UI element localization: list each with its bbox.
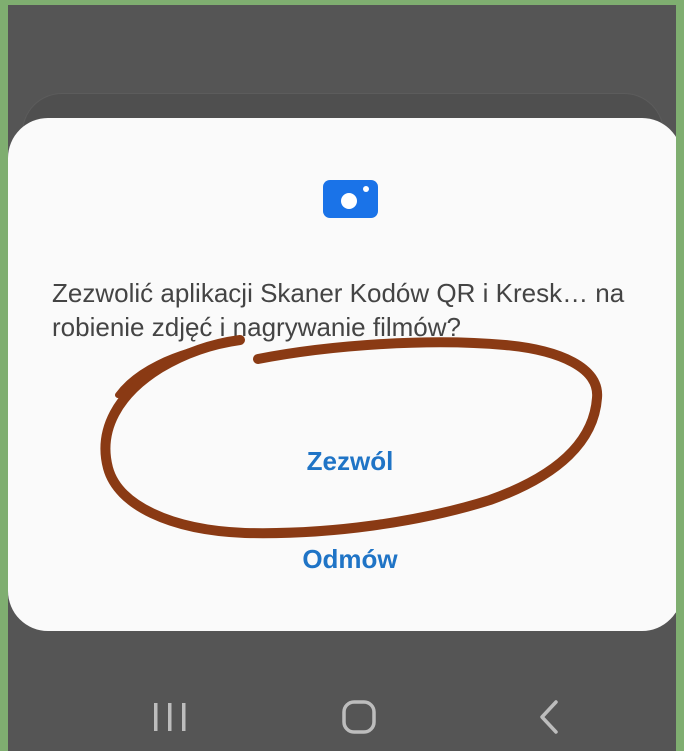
permission-message: Zezwolić aplikacji Skaner Kodów QR i Kre… — [52, 278, 625, 342]
home-icon[interactable] — [338, 695, 382, 739]
allow-button[interactable]: Zezwól — [8, 446, 676, 477]
navigation-bar — [8, 665, 676, 751]
camera-icon — [323, 180, 378, 218]
recent-apps-icon[interactable] — [148, 695, 192, 739]
deny-button[interactable]: Odmów — [8, 544, 676, 575]
phone-screen: Zezwolić aplikacji Skaner Kodów QR i Kre… — [8, 5, 676, 751]
back-icon[interactable] — [528, 695, 572, 739]
permission-dialog: Zezwolić aplikacji Skaner Kodów QR i Kre… — [8, 118, 676, 631]
